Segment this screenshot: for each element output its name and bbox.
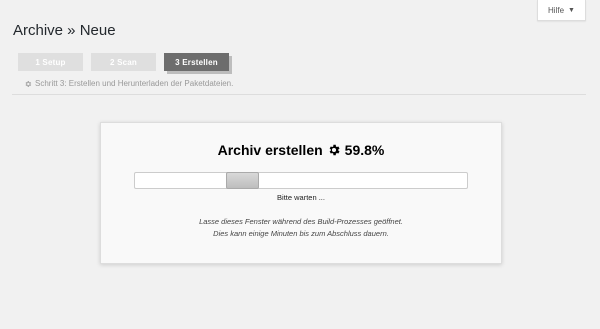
build-note-line-1: Lasse dieses Fenster während des Build-P… <box>199 217 403 226</box>
help-button[interactable]: Hilfe ▼ <box>537 0 586 21</box>
build-title-text: Archiv erstellen <box>217 142 323 158</box>
step-description: Schritt 3: Erstellen und Herunterladen d… <box>24 79 233 88</box>
chevron-down-icon: ▼ <box>568 6 575 14</box>
step-setup: 1 Setup <box>18 53 83 71</box>
build-title: Archiv erstellen 59.8% <box>101 142 501 158</box>
help-label: Hilfe <box>548 5 565 15</box>
progress-bar <box>134 172 468 189</box>
progress-indicator <box>226 172 259 189</box>
page-title: Archive » Neue <box>13 22 116 40</box>
build-panel: Archiv erstellen 59.8% Bitte warten ... … <box>100 122 502 264</box>
build-percent: 59.8% <box>344 142 385 158</box>
build-note-line-2: Dies kann einige Minuten bis zum Abschlu… <box>213 229 389 238</box>
step-scan: 2 Scan <box>91 53 156 71</box>
divider <box>12 94 586 95</box>
step-build: 3 Erstellen <box>164 53 229 71</box>
build-note: Lasse dieses Fenster während des Build-P… <box>101 216 501 240</box>
gear-icon <box>329 144 340 156</box>
status-text: Bitte warten ... <box>277 193 325 202</box>
gear-icon <box>25 80 32 87</box>
step-description-text: Schritt 3: Erstellen und Herunterladen d… <box>35 79 234 88</box>
wizard-steps: 1 Setup 2 Scan 3 Erstellen <box>18 53 229 71</box>
